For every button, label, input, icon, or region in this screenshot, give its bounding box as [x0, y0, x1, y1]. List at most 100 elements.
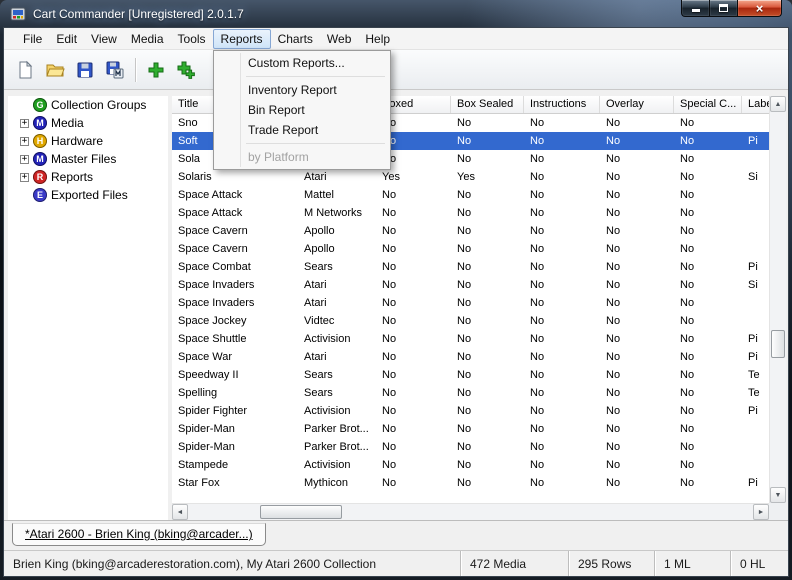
save-button[interactable] [70, 55, 100, 85]
menu-edit[interactable]: Edit [49, 29, 84, 49]
add-media-button[interactable] [141, 55, 171, 85]
tree-item-media[interactable]: + M Media [8, 114, 168, 132]
cell-label_type: Pi [748, 333, 758, 345]
menu-reports[interactable]: Reports [212, 28, 271, 49]
table-row[interactable]: Spelling Sears No No No No No Te [172, 384, 769, 402]
column-header-special[interactable]: Special C... [674, 96, 742, 113]
menu-charts[interactable]: Charts [271, 29, 320, 49]
table-row[interactable]: Space Invaders Atari No No No No No [172, 294, 769, 312]
vertical-scroll-track[interactable] [770, 112, 786, 487]
cell-boxed: No [382, 207, 397, 219]
horizontal-scroll-thumb[interactable] [260, 505, 342, 519]
cell-box_sealed: No [457, 117, 472, 129]
cell-label_type [742, 438, 769, 456]
menu-web[interactable]: Web [320, 29, 358, 49]
column-header-box_sealed[interactable]: Box Sealed [451, 96, 524, 113]
expander-icon[interactable]: + [20, 118, 29, 128]
table-row[interactable]: Stampede Activision No No No No No [172, 456, 769, 474]
table-row[interactable]: Star Fox Mythicon No No No No No Pi [172, 474, 769, 492]
media-icon: M [33, 116, 47, 130]
table-row[interactable]: Space Attack Mattel No No No No No [172, 186, 769, 204]
column-header-label_type[interactable]: Label [742, 96, 769, 113]
minimize-button[interactable] [681, 0, 710, 17]
collection-groups-icon: G [33, 98, 47, 112]
cell-box_sealed: Yes [457, 171, 475, 183]
cell-special: No [680, 225, 695, 237]
new-document-icon [19, 60, 33, 78]
vertical-scroll-thumb[interactable] [771, 329, 785, 358]
toolbar [4, 50, 788, 90]
vertical-scrollbar[interactable]: ▲ ▼ [769, 96, 786, 503]
tree-item-collection-groups[interactable]: +GCollection Groups [8, 96, 168, 114]
scroll-down-button[interactable]: ▼ [770, 487, 786, 503]
scroll-left-button[interactable]: ◄ [172, 504, 188, 520]
table-row[interactable]: Spider Fighter Activision No No No No No Pi [172, 402, 769, 420]
table-row[interactable]: Space Invaders Atari No No No No No Si [172, 276, 769, 294]
cell-instructions: No [530, 315, 545, 327]
cell-boxed: No [382, 333, 397, 345]
cell-label_type: Si [748, 171, 758, 183]
add-batch-button[interactable] [171, 55, 201, 85]
column-header-instructions[interactable]: Instructions [524, 96, 600, 113]
column-header-overlay[interactable]: Overlay [600, 96, 674, 113]
titlebar[interactable]: Cart Commander [Unregistered] 2.0.1.7 × [0, 0, 792, 28]
menu-separator [246, 143, 385, 144]
menuitem-trade-report[interactable]: Trade Report [216, 120, 388, 140]
table-row[interactable]: Space Cavern Apollo No No No No No [172, 222, 769, 240]
tree-item-exported-files[interactable]: +EExported Files [8, 186, 168, 204]
cell-manufacturer: Sears [304, 369, 333, 381]
menuitem-bin-report[interactable]: Bin Report [216, 100, 388, 120]
scroll-up-button[interactable]: ▲ [770, 96, 786, 112]
table-row[interactable]: Spider-Man Parker Brot... No No No No No [172, 420, 769, 438]
menu-media[interactable]: Media [124, 29, 171, 49]
table-row[interactable]: Speedway II Sears No No No No No Te [172, 366, 769, 384]
cell-overlay: No [606, 297, 621, 309]
menu-tools[interactable]: Tools [171, 29, 213, 49]
expander-icon[interactable]: + [20, 136, 29, 146]
cell-manufacturer: Sears [304, 261, 333, 273]
open-button[interactable] [40, 55, 70, 85]
cell-overlay: No [606, 459, 621, 471]
tree-item-master-files[interactable]: + M Master Files [8, 150, 168, 168]
table-row[interactable]: Space Shuttle Activision No No No No No Pi [172, 330, 769, 348]
menu-help[interactable]: Help [358, 29, 397, 49]
tree-item-hardware[interactable]: + H Hardware [8, 132, 168, 150]
close-button[interactable]: × [737, 0, 782, 17]
tree-item-reports[interactable]: + R Reports [8, 168, 168, 186]
cell-manufacturer: M Networks [304, 207, 363, 219]
expander-icon[interactable]: + [20, 154, 29, 164]
cell-overlay: No [606, 477, 621, 489]
expander-icon[interactable]: + [20, 172, 29, 182]
cell-box_sealed: No [457, 207, 472, 219]
maximize-button[interactable] [710, 0, 737, 17]
menuitem-by-platform[interactable]: by Platform [216, 147, 388, 167]
table-row[interactable]: Space War Atari No No No No No Pi [172, 348, 769, 366]
cell-instructions: No [530, 225, 545, 237]
menu-view[interactable]: View [84, 29, 124, 49]
table-row[interactable]: Space Cavern Apollo No No No No No [172, 240, 769, 258]
add-plus-icon [148, 62, 164, 77]
table-row[interactable]: Space Attack M Networks No No No No No [172, 204, 769, 222]
cell-label_type: Pi [748, 405, 758, 417]
new-button[interactable] [10, 55, 40, 85]
table-row[interactable]: Space Combat Sears No No No No No Pi [172, 258, 769, 276]
cell-overlay: No [606, 189, 621, 201]
cell-overlay: No [606, 135, 621, 147]
menu-file[interactable]: File [16, 29, 49, 49]
table-row[interactable]: Space Jockey Vidtec No No No No No [172, 312, 769, 330]
cell-special: No [680, 297, 695, 309]
horizontal-scroll-track[interactable] [188, 504, 753, 520]
horizontal-scrollbar[interactable]: ◄ ► [172, 503, 769, 520]
scroll-right-button[interactable]: ► [753, 504, 769, 520]
menuitem-inventory-report[interactable]: Inventory Report [216, 80, 388, 100]
cell-manufacturer: Atari [304, 279, 327, 291]
cell-boxed: No [382, 459, 397, 471]
menuitem-custom-reports[interactable]: Custom Reports... [216, 53, 388, 73]
cell-manufacturer: Mythicon [304, 477, 349, 489]
table-row[interactable]: Solaris Atari Yes Yes No No No Si [172, 168, 769, 186]
collection-tab[interactable]: *Atari 2600 - Brien King (bking@arcader.… [12, 523, 266, 546]
cell-title: Star Fox [178, 477, 220, 489]
cell-boxed: No [382, 351, 397, 363]
save-as-button[interactable] [100, 55, 130, 85]
table-row[interactable]: Spider-Man Parker Brot... No No No No No [172, 438, 769, 456]
